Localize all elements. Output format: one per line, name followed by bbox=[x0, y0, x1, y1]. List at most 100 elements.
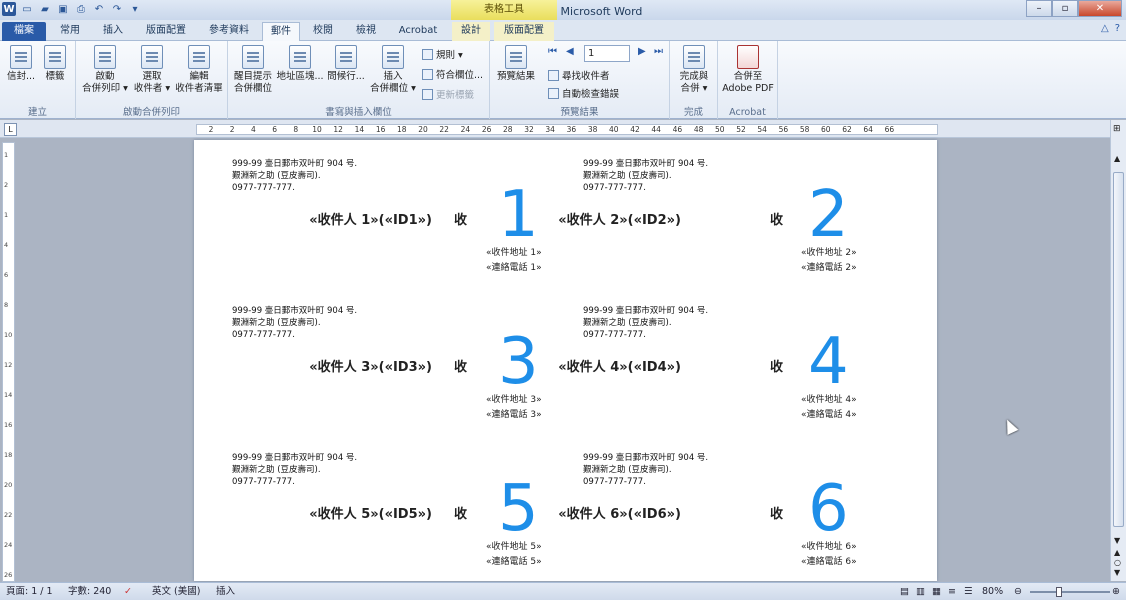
sender-name: 艱淵新之助 (豆皮壽司). bbox=[232, 171, 321, 181]
greeting-line-button[interactable]: 問候行... bbox=[324, 45, 368, 83]
mailing-label[interactable]: 999-99 臺日郵市双叶町 904 号. 艱淵新之助 (豆皮壽司). 0977-7… bbox=[194, 289, 554, 437]
rules-button[interactable]: 規則 ▾ bbox=[422, 47, 463, 61]
scroll-down-icon[interactable]: ▼ bbox=[1114, 536, 1120, 545]
tab-references[interactable]: 參考資料 bbox=[202, 22, 256, 41]
insert-merge-field-button[interactable]: 插入 合併欄位 ▾ bbox=[368, 45, 418, 95]
next-record-icon[interactable]: ▶ bbox=[638, 46, 646, 57]
ruler-tick-label: 52 bbox=[736, 125, 746, 134]
help-icon[interactable]: ? bbox=[1115, 23, 1120, 34]
finish-merge-button[interactable]: 完成與 合併 ▾ bbox=[672, 45, 716, 95]
mailing-label[interactable]: 999-99 臺日郵市双叶町 904 号. 艱淵新之助 (豆皮壽司). 0977-7… bbox=[545, 289, 905, 437]
vruler-tick-label: 20 bbox=[4, 481, 13, 489]
mailing-label[interactable]: 999-99 臺日郵市双叶町 904 号. 艱淵新之助 (豆皮壽司). 0977-7… bbox=[194, 142, 554, 290]
recipient-address-field[interactable]: «收件地址 5» bbox=[486, 540, 542, 555]
recipient-address-field[interactable]: «收件地址 4» bbox=[801, 393, 857, 408]
recipient-address-field[interactable]: «收件地址 1» bbox=[486, 246, 542, 261]
recipient-name-field[interactable]: «收件人 2»(«ID2») bbox=[558, 209, 681, 228]
horizontal-ruler[interactable]: 2 2 4 6 8 10 12 14 16 18 20 22 24 26 28 32 34 36 38 40 42 44 4… bbox=[196, 124, 938, 135]
recipient-name-field[interactable]: «收件人 3»(«ID3») bbox=[309, 356, 432, 375]
address-block-button[interactable]: 地址區塊... bbox=[276, 45, 324, 83]
tab-table-layout[interactable]: 版面配置 bbox=[494, 22, 554, 41]
draft-view-icon[interactable]: ☰ bbox=[964, 583, 973, 600]
match-fields-icon bbox=[422, 68, 433, 80]
proofing-icon[interactable]: ✓ bbox=[124, 583, 132, 600]
language[interactable]: 英文 (美國) bbox=[152, 583, 200, 600]
print-layout-view-icon[interactable]: ▤ bbox=[900, 583, 909, 600]
find-recipient-button[interactable]: 尋找收件者 bbox=[548, 68, 610, 82]
recipient-phone-field[interactable]: «連絡電話 6» bbox=[801, 555, 857, 570]
recipient-address-field[interactable]: «收件地址 3» bbox=[486, 393, 542, 408]
start-mail-merge-button[interactable]: 啟動 合併列印 ▾ bbox=[80, 45, 130, 95]
outline-view-icon[interactable]: ≡ bbox=[948, 583, 956, 600]
previous-page-icon[interactable]: ▲ bbox=[1114, 548, 1120, 557]
zoom-in-icon[interactable]: ⊕ bbox=[1112, 583, 1120, 600]
match-fields-button[interactable]: 符合欄位... bbox=[422, 67, 483, 81]
full-screen-view-icon[interactable]: ▥ bbox=[916, 583, 925, 600]
mailing-label[interactable]: 999-99 臺日郵市双叶町 904 号. 艱淵新之助 (豆皮壽司). 0977-7… bbox=[194, 436, 554, 581]
select-recipients-button[interactable]: 選取 收件者 ▾ bbox=[130, 45, 174, 95]
vruler-tick-label: 26 bbox=[4, 571, 13, 579]
ruler-tick-label: 26 bbox=[481, 125, 492, 134]
auto-check-errors-button[interactable]: 自動檢查錯誤 bbox=[548, 86, 619, 100]
highlight-merge-fields-button[interactable]: 醒目提示 合併欄位 bbox=[230, 45, 276, 95]
next-page-icon[interactable]: ▼ bbox=[1114, 568, 1120, 577]
recipient-name-field[interactable]: «收件人 1»(«ID1») bbox=[309, 209, 432, 228]
tab-view[interactable]: 檢視 bbox=[348, 22, 384, 41]
recipient-phone-field[interactable]: «連絡電話 3» bbox=[486, 408, 542, 423]
document-page[interactable]: 999-99 臺日郵市双叶町 904 号. 艱淵新之助 (豆皮壽司). 0977-7… bbox=[194, 140, 937, 581]
tab-selector-icon[interactable]: L bbox=[4, 123, 17, 136]
mailing-label[interactable]: 999-99 臺日郵市双叶町 904 号. 艱淵新之助 (豆皮壽司). 0977-7… bbox=[545, 142, 905, 290]
recipient-address-field[interactable]: «收件地址 6» bbox=[801, 540, 857, 555]
mailing-label[interactable]: 999-99 臺日郵市双叶町 904 号. 艱淵新之助 (豆皮壽司). 0977-7… bbox=[545, 436, 905, 581]
scroll-up-icon[interactable]: ▲ bbox=[1114, 154, 1120, 163]
sender-address: 999-99 臺日郵市双叶町 904 号. bbox=[583, 306, 709, 316]
previous-record-icon[interactable]: ◀ bbox=[566, 46, 574, 57]
recipient-phone-field[interactable]: «連絡電話 4» bbox=[801, 408, 857, 423]
recipient-name-field[interactable]: «收件人 5»(«ID5») bbox=[309, 503, 432, 522]
web-layout-view-icon[interactable]: ▦ bbox=[932, 583, 941, 600]
labels-button[interactable]: 標籤 bbox=[40, 45, 70, 83]
envelopes-button[interactable]: 信封... bbox=[4, 45, 38, 83]
record-number-input[interactable]: 1 bbox=[584, 45, 630, 62]
tab-file[interactable]: 檔案 bbox=[2, 22, 46, 41]
insert-mode[interactable]: 插入 bbox=[216, 583, 235, 600]
recipient-name-field[interactable]: «收件人 6»(«ID6») bbox=[558, 503, 681, 522]
vertical-ruler[interactable]: 1 2 1 4 6 8 10 12 14 16 18 20 22 24 26 bbox=[2, 142, 15, 582]
last-record-icon[interactable]: ⏭ bbox=[654, 46, 663, 57]
first-record-icon[interactable]: ⏮ bbox=[548, 46, 557, 57]
tab-page-layout[interactable]: 版面配置 bbox=[138, 22, 194, 41]
zoom-out-icon[interactable]: ⊖ bbox=[1014, 583, 1022, 600]
zoom-slider-knob[interactable] bbox=[1056, 587, 1062, 597]
label-number: 3 bbox=[498, 325, 539, 399]
scroll-thumb[interactable] bbox=[1113, 172, 1124, 527]
zoom-level[interactable]: 80% bbox=[982, 583, 1003, 600]
browse-object-icon[interactable]: ○ bbox=[1114, 558, 1121, 567]
tab-home[interactable]: 常用 bbox=[52, 22, 88, 41]
ruler-toggle-icon[interactable]: ⊞ bbox=[1113, 124, 1121, 134]
minimize-ribbon-icon[interactable]: △ bbox=[1101, 23, 1109, 34]
tab-acrobat[interactable]: Acrobat bbox=[392, 22, 444, 41]
tab-insert[interactable]: 插入 bbox=[96, 22, 130, 41]
recipient-phone-field[interactable]: «連絡電話 5» bbox=[486, 555, 542, 570]
preview-results-button[interactable]: 預覽結果 bbox=[494, 45, 538, 83]
zoom-slider[interactable] bbox=[1030, 591, 1110, 593]
recipient-phone-field[interactable]: «連絡電話 1» bbox=[486, 261, 542, 276]
sender-block: 999-99 臺日郵市双叶町 904 号. 艱淵新之助 (豆皮壽司). 0977-7… bbox=[232, 158, 357, 194]
tab-design[interactable]: 設計 bbox=[452, 22, 490, 41]
recipient-phone-field[interactable]: «連絡電話 2» bbox=[801, 261, 857, 276]
recipient-address-field[interactable]: «收件地址 2» bbox=[801, 246, 857, 261]
check-errors-icon bbox=[548, 87, 559, 99]
maximize-icon[interactable]: ▫ bbox=[1052, 0, 1078, 17]
close-icon[interactable]: ✕ bbox=[1078, 0, 1122, 17]
vruler-tick-label: 8 bbox=[4, 301, 9, 309]
ruler-tick-label: 42 bbox=[630, 125, 640, 134]
minimize-icon[interactable]: – bbox=[1026, 0, 1052, 17]
merge-to-pdf-button[interactable]: 合併至 Adobe PDF bbox=[720, 45, 776, 95]
word-count[interactable]: 字數: 240 bbox=[68, 583, 111, 600]
page-count[interactable]: 頁面: 1 / 1 bbox=[6, 583, 53, 600]
recipient-name-field[interactable]: «收件人 4»(«ID4») bbox=[558, 356, 681, 375]
tab-mailings[interactable]: 郵件 bbox=[262, 22, 300, 41]
tab-review[interactable]: 校閱 bbox=[306, 22, 340, 41]
edit-recipient-list-button[interactable]: 編輯 收件者清單 bbox=[172, 45, 226, 95]
vertical-scrollbar[interactable]: ⊞ ▲ ▼ ▲ ○ ▼ bbox=[1110, 120, 1126, 581]
